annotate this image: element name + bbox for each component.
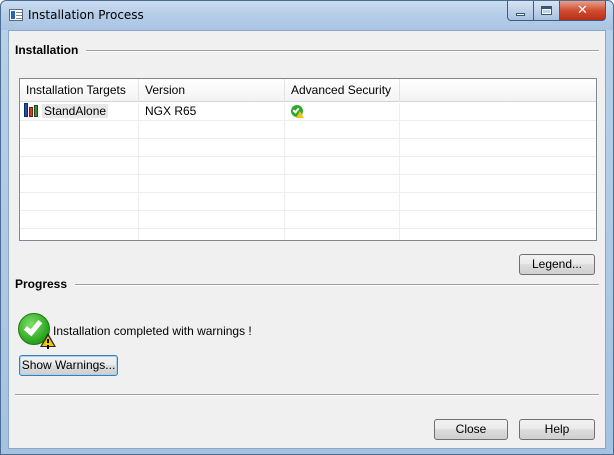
column-header-advanced-security[interactable]: Advanced Security — [285, 79, 400, 102]
table-row-empty — [20, 139, 596, 157]
maximize-icon — [541, 6, 552, 15]
close-window-button[interactable]: ✕ — [560, 1, 606, 21]
installation-process-window: Installation Process ✕ Installation Inst… — [0, 0, 614, 455]
help-button[interactable]: Help — [519, 419, 595, 440]
gateway-icon — [24, 103, 40, 117]
success-with-warnings-icon — [18, 313, 56, 347]
table-row[interactable]: StandAlone NGX R65 — [20, 103, 596, 121]
caption-buttons: ✕ — [507, 1, 606, 21]
target-cell: StandAlone — [20, 103, 139, 121]
progress-section-title: Progress — [15, 277, 76, 291]
column-header-version[interactable]: Version — [139, 79, 285, 102]
window-title: Installation Process — [28, 8, 144, 22]
target-name: StandAlone — [42, 104, 109, 118]
maximize-button[interactable] — [534, 1, 560, 21]
table-row-empty — [20, 211, 596, 229]
legend-button[interactable]: Legend... — [519, 254, 595, 275]
progress-divider — [15, 284, 599, 286]
table-row-empty — [20, 229, 596, 240]
title-bar[interactable]: Installation Process ✕ — [1, 1, 613, 30]
table-row-empty — [20, 175, 596, 193]
status-message: Installation completed with warnings ! — [53, 324, 252, 338]
table-row-empty — [20, 121, 596, 139]
minimize-icon — [516, 12, 525, 16]
table-header: Installation Targets Version Advanced Se… — [20, 79, 596, 102]
footer-divider — [15, 394, 599, 396]
installation-divider — [15, 50, 599, 52]
table-row-empty — [20, 193, 596, 211]
check-warning-icon — [291, 105, 304, 118]
minimize-button[interactable] — [507, 1, 534, 21]
close-button[interactable]: Close — [434, 419, 508, 440]
installation-section-title: Installation — [15, 43, 87, 57]
app-window-icon — [9, 9, 23, 21]
advanced-security-cell — [285, 103, 400, 121]
column-header-empty — [400, 79, 596, 102]
column-header-targets[interactable]: Installation Targets — [20, 79, 139, 102]
version-cell: NGX R65 — [139, 103, 285, 121]
dialog-body: Installation Installation Targets Versio… — [8, 30, 606, 449]
show-warnings-button[interactable]: Show Warnings... — [19, 355, 118, 376]
empty-cell — [400, 103, 596, 121]
installation-targets-table[interactable]: Installation Targets Version Advanced Se… — [19, 78, 597, 241]
close-icon: ✕ — [577, 3, 588, 18]
table-row-empty — [20, 157, 596, 175]
